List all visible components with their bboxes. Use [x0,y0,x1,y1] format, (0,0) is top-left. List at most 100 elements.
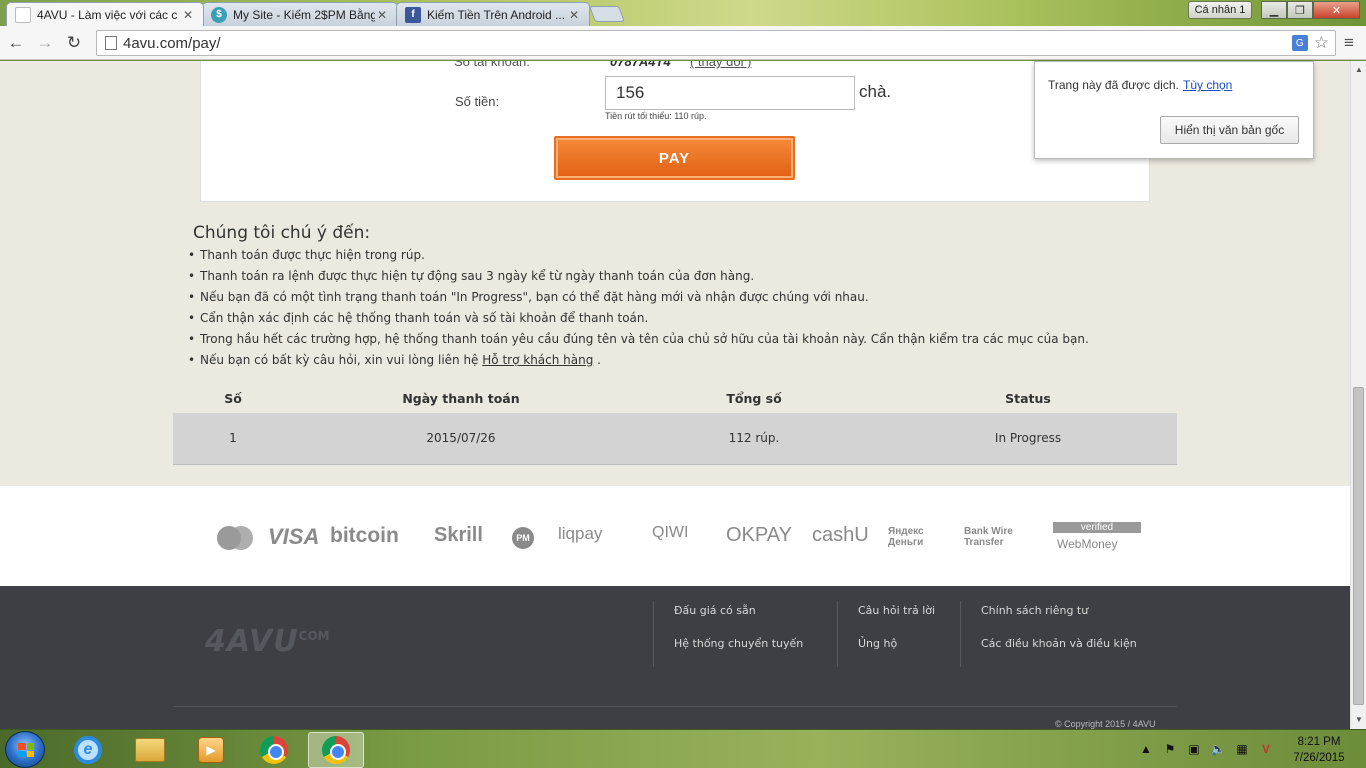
cell-date: 2015/07/26 [293,413,629,465]
minimum-withdraw-note: Tiền rút tối thiểu: 110 rúp. [605,111,707,121]
taskbar-file-explorer[interactable] [122,732,178,768]
cashu-logo: cashU [812,524,869,546]
taskbar-chrome-active[interactable] [308,732,364,768]
column-header-date: Ngày thanh toán [402,390,520,406]
maximize-button[interactable]: ❐ [1287,1,1313,19]
browser-titlebar: 4AVU - Làm việc với các c ✕ $ My Site - … [0,0,1366,26]
webmoney-verified-badge: verified [1053,522,1141,533]
media-player-icon: ▶ [198,737,224,763]
tab-label: My Site - Kiếm 2$PM Bằng [233,7,375,22]
facebook-favicon: f [405,6,421,23]
clock-date: 7/26/2015 [1293,752,1345,764]
url-text[interactable]: 4avu.com/pay/ [123,35,1292,52]
show-original-button[interactable]: Hiển thị văn bản gốc [1160,116,1299,144]
list-item-text: . [593,353,601,367]
table-header-row: Số Ngày thanh toán Tổng số Status [173,383,1177,413]
reload-icon[interactable]: ↻ [62,32,86,54]
volume-icon[interactable]: 🔈 [1210,742,1226,756]
footer-link-support[interactable]: Ủng hộ [858,637,897,650]
list-item: Cẩn thận xác định các hệ thống thanh toá… [186,310,1089,331]
list-item: Nếu bạn đã có một tình trạng thanh toán … [186,289,1089,310]
tab-my-site[interactable]: $ My Site - Kiếm 2$PM Bằng ✕ [202,2,398,26]
footer-link-auctions[interactable]: Đấu giá có sẵn [674,604,756,617]
bookmark-star-icon[interactable]: ☆ [1314,33,1329,53]
footer-link-faq[interactable]: Câu hỏi trả lời [858,604,935,617]
footer-link-transit-system[interactable]: Hệ thống chuyển tuyến [674,637,803,650]
list-item: Thanh toán được thực hiện trong rúp. [186,247,1089,268]
perfect-money-logo: PM [512,527,534,549]
taskbar-chrome[interactable] [246,732,302,768]
back-arrow-icon[interactable]: ← [4,32,28,54]
system-tray: ▲ ⚑ ▣ 🔈 ▦ V [1138,742,1274,756]
minimize-button[interactable]: ▁ [1261,1,1287,19]
profile-button[interactable]: Cá nhân 1 [1188,1,1252,19]
cell-status: In Progress [879,413,1177,465]
footer-logo-text: 4AVU [205,624,299,659]
notes-list: Thanh toán được thực hiện trong rúp. Tha… [186,247,1089,373]
bank-wire-logo: Bank Wire Transfer [964,526,1013,548]
translate-popup: Trang này đã được dịch. Tùy chọn Hiển th… [1034,61,1314,159]
cell-number: 1 [173,413,293,465]
footer-logo-suffix: COM [298,629,330,643]
taskbar-internet-explorer[interactable]: e [60,732,116,768]
list-item: Nếu bạn có bất kỳ câu hỏi, xin vui lòng … [186,352,1089,373]
pay-button[interactable]: PAY [554,136,795,180]
4avu-favicon [15,6,31,23]
tab-4avu[interactable]: 4AVU - Làm việc với các c ✕ [6,2,204,26]
tray-app-icon[interactable]: ▦ [1234,742,1250,756]
site-favicon: $ [211,6,227,23]
payment-logos-band: VISA bitcoin Skrill PM liqpay QIWI OKPAY… [0,486,1350,586]
footer-logo[interactable]: 4AVUCOM [205,624,330,659]
change-account-link[interactable]: ( thay đổi ) [690,61,751,69]
account-value: 0787A4T4 [610,61,671,69]
tab-close-icon[interactable]: ✕ [567,8,581,22]
close-window-button[interactable]: ✕ [1313,1,1360,19]
translate-options-link[interactable]: Tùy chọn [1183,78,1232,92]
taskbar-media-player[interactable]: ▶ [183,732,239,768]
list-item-text: Nếu bạn có bất kỳ câu hỏi, xin vui lòng … [200,353,483,367]
footer-link-terms[interactable]: Các điều khoản và điều kiện [981,637,1137,650]
webmoney-logo: WebMoney [1057,537,1118,551]
amount-input[interactable] [605,76,855,110]
tab-close-icon[interactable]: ✕ [375,8,389,22]
network-icon[interactable]: ▣ [1186,742,1202,756]
internet-explorer-icon: e [74,736,102,764]
page-scrollbar[interactable]: ▲ ▼ [1350,61,1366,729]
scroll-down-arrow-icon[interactable]: ▼ [1351,711,1366,727]
tab-label: Kiếm Tiền Trên Android ... [427,7,566,22]
qiwi-logo: QIWI [652,524,689,541]
scroll-up-arrow-icon[interactable]: ▲ [1351,61,1366,77]
forward-arrow-icon[interactable]: → [33,32,57,54]
v-app-icon[interactable]: V [1258,742,1274,756]
cell-total: 112 rúp. [629,413,879,465]
tab-close-icon[interactable]: ✕ [181,8,195,22]
chrome-icon [322,736,350,764]
start-button[interactable] [5,731,45,768]
payments-table: Số Ngày thanh toán Tổng số Status 1 2015… [173,383,1177,465]
chrome-menu-icon[interactable]: ≡ [1340,34,1358,52]
visa-logo: VISA [268,524,320,549]
okpay-logo: OKPAY [726,524,792,546]
yandex-money-logo: Яндекс Деньги [888,526,924,548]
translate-icon[interactable]: G [1291,35,1308,51]
taskbar-clock[interactable]: 8:21 PM 7/26/2015 [1288,734,1350,766]
scroll-thumb[interactable] [1353,387,1364,705]
translate-message: Trang này đã được dịch. [1048,78,1179,92]
windows-taskbar: e ▶ ▲ ⚑ ▣ 🔈 ▦ V 8:21 PM 7/26/2015 [0,729,1366,768]
table-row: 1 2015/07/26 112 rúp. In Progress [173,413,1177,465]
tab-label: 4AVU - Làm việc với các c [37,7,178,22]
show-hidden-icons-icon[interactable]: ▲ [1138,742,1154,756]
footer-column-divider [960,601,961,667]
new-tab-button[interactable] [589,6,625,22]
customer-support-link[interactable]: Hỗ trợ khách hàng [482,353,593,367]
amount-label: Số tiền: [455,94,500,109]
footer-link-privacy[interactable]: Chính sách riêng tư [981,604,1088,617]
page-viewport: Số tài khoản: 0787A4T4 ( thay đổi ) Số t… [0,61,1350,729]
footer-divider [173,706,1177,707]
address-bar[interactable]: 4avu.com/pay/ G ☆ [96,30,1336,56]
amount-unit: chà. [859,82,892,101]
footer-column-divider [837,601,838,667]
bitcoin-logo: bitcoin [330,524,399,547]
action-center-flag-icon[interactable]: ⚑ [1162,742,1178,756]
tab-facebook[interactable]: f Kiếm Tiền Trên Android ... ✕ [396,2,590,26]
